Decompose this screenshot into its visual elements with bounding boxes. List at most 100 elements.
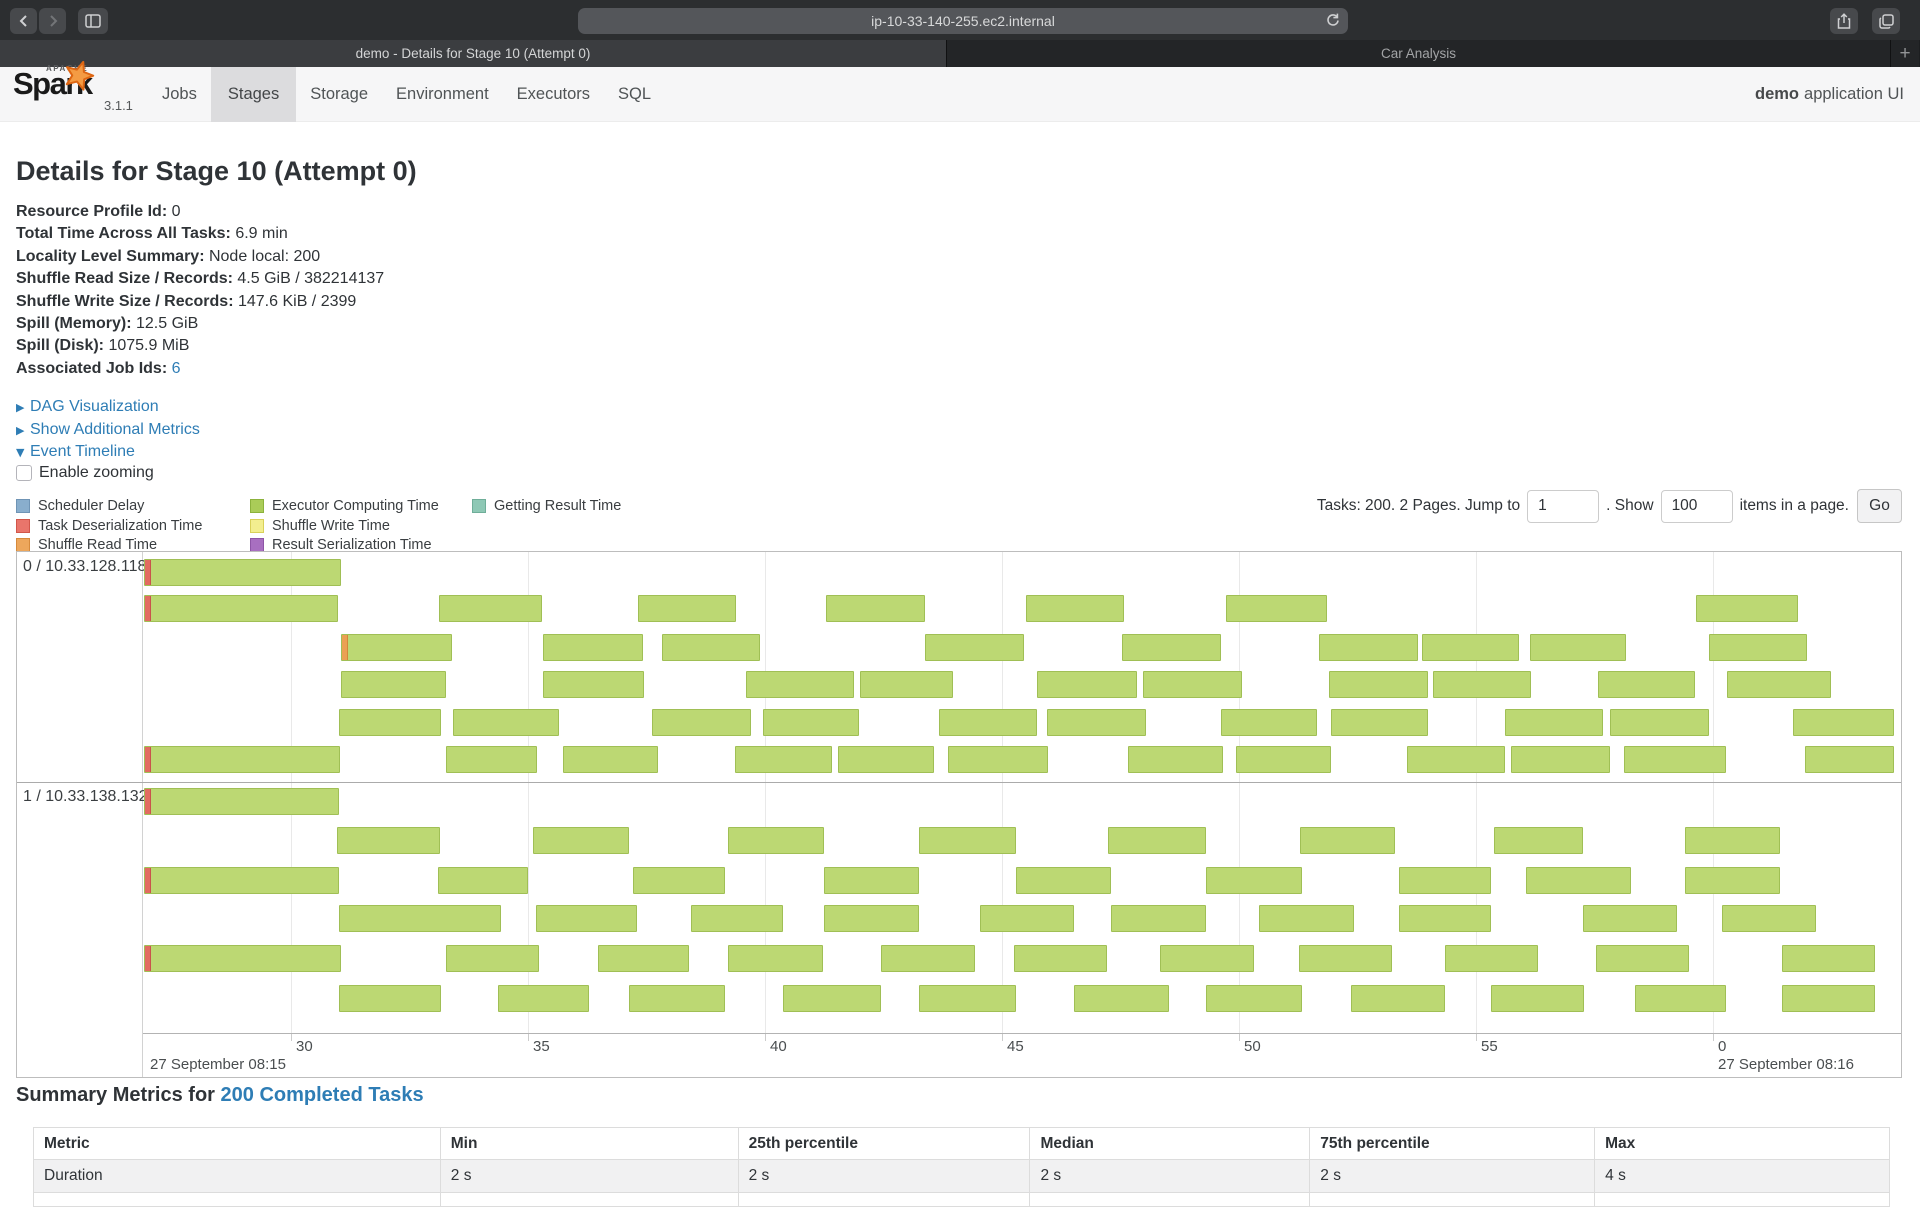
sidebar-button[interactable]	[78, 8, 108, 34]
task-bar[interactable]	[1491, 985, 1584, 1012]
task-bar[interactable]	[1206, 867, 1302, 894]
task-bar[interactable]	[341, 671, 446, 698]
task-bar[interactable]	[824, 905, 919, 932]
tab-overview-button[interactable]	[1872, 8, 1900, 34]
task-bar[interactable]	[439, 595, 542, 622]
task-bar[interactable]	[1494, 827, 1583, 854]
browser-tab-active[interactable]: demo - Details for Stage 10 (Attempt 0)	[0, 40, 947, 67]
task-bar[interactable]	[1526, 867, 1631, 894]
task-bar[interactable]	[1226, 595, 1327, 622]
task-bar[interactable]	[1037, 671, 1137, 698]
task-bar[interactable]	[144, 945, 341, 972]
task-bar[interactable]	[652, 709, 751, 736]
task-bar[interactable]	[337, 827, 440, 854]
task-bar[interactable]	[919, 985, 1016, 1012]
task-bar[interactable]	[1583, 905, 1677, 932]
task-bar[interactable]	[1685, 827, 1780, 854]
summary-column-header[interactable]: 25th percentile	[738, 1128, 1030, 1160]
task-bar[interactable]	[1727, 671, 1831, 698]
summary-column-header[interactable]: Metric	[34, 1128, 441, 1160]
task-bar[interactable]	[543, 634, 643, 661]
task-bar[interactable]	[728, 945, 823, 972]
task-bar[interactable]	[939, 709, 1037, 736]
task-bar[interactable]	[1143, 671, 1242, 698]
task-bar[interactable]	[925, 634, 1024, 661]
task-bar[interactable]	[144, 559, 341, 586]
nav-tab-stages[interactable]: Stages	[211, 67, 296, 122]
task-bar[interactable]	[339, 985, 441, 1012]
task-bar[interactable]	[1624, 746, 1726, 773]
jump-to-page-input[interactable]	[1527, 490, 1599, 523]
nav-tab-environment[interactable]: Environment	[382, 67, 503, 122]
share-button[interactable]	[1830, 8, 1858, 34]
task-bar[interactable]	[1635, 985, 1726, 1012]
task-bar[interactable]	[1709, 634, 1807, 661]
task-bar[interactable]	[1221, 709, 1317, 736]
task-bar[interactable]	[1722, 905, 1816, 932]
task-bar[interactable]	[826, 595, 925, 622]
task-bar[interactable]	[1696, 595, 1798, 622]
new-tab-button[interactable]: +	[1891, 40, 1919, 67]
task-bar[interactable]	[1782, 985, 1875, 1012]
summary-column-header[interactable]: Max	[1595, 1128, 1890, 1160]
task-bar[interactable]	[446, 945, 539, 972]
task-bar[interactable]	[1793, 709, 1894, 736]
task-bar[interactable]	[824, 867, 919, 894]
task-bar[interactable]	[1111, 905, 1206, 932]
spark-logo[interactable]: Spark APACHE 3.1.1	[13, 70, 143, 120]
task-bar[interactable]	[536, 905, 637, 932]
url-bar[interactable]: ip-10-33-140-255.ec2.internal	[578, 8, 1348, 34]
task-bar[interactable]	[1236, 746, 1331, 773]
task-bar[interactable]	[1782, 945, 1875, 972]
task-bar[interactable]	[453, 709, 559, 736]
task-bar[interactable]	[638, 595, 736, 622]
go-button[interactable]: Go	[1857, 489, 1902, 523]
task-bar[interactable]	[838, 746, 934, 773]
task-bar[interactable]	[1351, 985, 1445, 1012]
task-bar[interactable]	[980, 905, 1074, 932]
summary-column-header[interactable]: Median	[1030, 1128, 1310, 1160]
task-bar[interactable]	[629, 985, 725, 1012]
forward-button[interactable]	[39, 8, 66, 34]
task-bar[interactable]	[498, 985, 589, 1012]
task-bar[interactable]	[1329, 671, 1428, 698]
nav-tab-storage[interactable]: Storage	[296, 67, 382, 122]
task-bar[interactable]	[144, 788, 339, 815]
task-bar[interactable]	[860, 671, 953, 698]
task-bar[interactable]	[1016, 867, 1111, 894]
task-bar[interactable]	[1206, 985, 1302, 1012]
toggle-show-additional-metrics[interactable]: ▶Show Additional Metrics	[16, 419, 200, 442]
task-bar[interactable]	[1433, 671, 1531, 698]
task-bar[interactable]	[948, 746, 1048, 773]
task-bar[interactable]	[144, 867, 339, 894]
back-button[interactable]	[10, 8, 37, 34]
completed-tasks-link[interactable]: 200 Completed Tasks	[221, 1084, 424, 1106]
task-bar[interactable]	[446, 746, 537, 773]
task-bar[interactable]	[1047, 709, 1146, 736]
task-bar[interactable]	[1596, 945, 1689, 972]
task-bar[interactable]	[783, 985, 881, 1012]
task-bar[interactable]	[763, 709, 859, 736]
task-bar[interactable]	[1128, 746, 1223, 773]
task-bar[interactable]	[341, 634, 452, 661]
task-bar[interactable]	[728, 827, 824, 854]
task-bar[interactable]	[1598, 671, 1695, 698]
task-bar[interactable]	[881, 945, 975, 972]
enable-zooming-checkbox[interactable]	[16, 465, 32, 481]
task-bar[interactable]	[1399, 905, 1491, 932]
task-bar[interactable]	[438, 867, 528, 894]
browser-tab-inactive[interactable]: Car Analysis	[947, 40, 1891, 67]
task-bar[interactable]	[1299, 945, 1392, 972]
task-bar[interactable]	[1319, 634, 1418, 661]
task-bar[interactable]	[598, 945, 689, 972]
task-bar[interactable]	[339, 905, 501, 932]
nav-tab-jobs[interactable]: Jobs	[148, 67, 211, 122]
task-bar[interactable]	[1445, 945, 1538, 972]
items-per-page-input[interactable]	[1661, 490, 1733, 523]
task-bar[interactable]	[1300, 827, 1395, 854]
task-bar[interactable]	[662, 634, 760, 661]
reload-button[interactable]	[1325, 12, 1340, 29]
summary-column-header[interactable]: Min	[440, 1128, 738, 1160]
task-bar[interactable]	[1805, 746, 1894, 773]
task-bar[interactable]	[144, 595, 338, 622]
